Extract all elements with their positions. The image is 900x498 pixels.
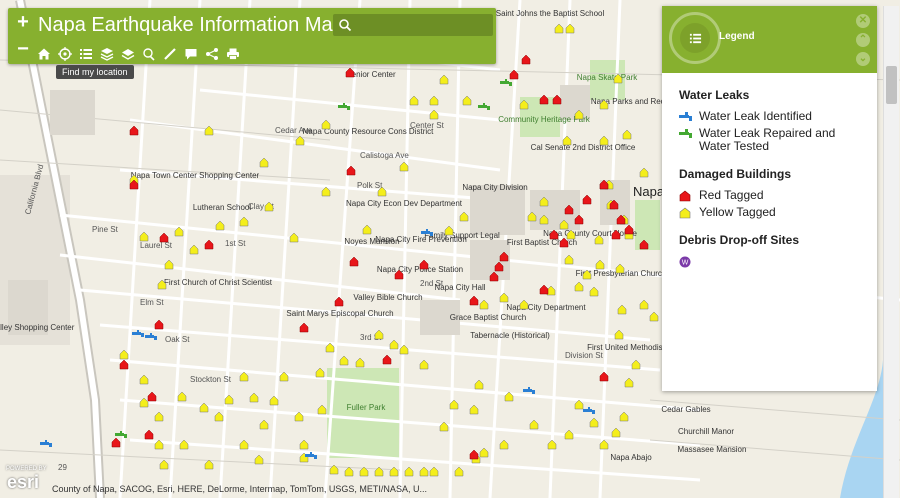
legend-item-label: Yellow Tagged (699, 205, 776, 219)
chevron-down-icon[interactable]: ⌄ (856, 52, 870, 66)
comment-icon[interactable] (183, 46, 199, 62)
place-first-church: First Church of Christ Scientist (164, 278, 273, 287)
place-st-marys: Saint Marys Episcopal Church (286, 309, 393, 318)
locate-icon[interactable] (57, 46, 73, 62)
place-churchill: Churchill Manor (678, 427, 734, 436)
street-label-oak: Oak St (165, 335, 190, 344)
street-label-1st: 1st St (225, 239, 246, 248)
legend-section-title: Damaged Buildings (679, 167, 792, 181)
zoom-in-button[interactable]: + (12, 12, 34, 34)
place-st-johns: Saint Johns the Baptist School (496, 9, 605, 18)
street-label-elm: Elm St (140, 298, 164, 307)
legend-item: W (679, 255, 869, 268)
layers-icon[interactable] (120, 46, 136, 62)
place-napa-big: Napa (633, 184, 665, 199)
legend-item: Red Tagged (679, 189, 869, 202)
place-cedar-gables: Cedar Gables (661, 405, 710, 414)
title-panel: + − Napa Earthquake Information Map (8, 8, 496, 64)
scrollbar[interactable] (883, 6, 899, 498)
legend-item-label: Red Tagged (699, 188, 764, 202)
zoom-out-button[interactable]: − (12, 39, 34, 61)
faucet-green-icon (679, 127, 699, 140)
legend-section-title: Debris Drop-off Sites (679, 233, 800, 247)
place-tabernacle: Tabernacle (Historical) (470, 331, 550, 340)
place-fuller-park: Fuller Park (347, 403, 387, 412)
legend-panel: Legend ✕ ⌃ ⌄ Water Leaks Water Leak Iden… (662, 6, 877, 391)
place-grace-baptist: Grace Baptist Church (450, 313, 526, 322)
legend-section-title: Water Leaks (679, 88, 750, 102)
legend-item: Yellow Tagged (679, 206, 869, 219)
legend-header: Legend ✕ ⌃ ⌄ (662, 6, 877, 73)
esri-logo: esri (7, 472, 40, 492)
legend-item-label: Water Leak Repaired and Water Tested (699, 126, 836, 153)
list-icon[interactable] (78, 46, 94, 62)
close-icon[interactable]: ✕ (856, 14, 870, 28)
street-label-polk: Polk St (357, 181, 383, 190)
place-valley-bible: Valley Bible Church (353, 293, 422, 302)
place-cal-senate: Cal Senate 2nd District Office (531, 143, 636, 152)
legend-item-label: Water Leak Identified (699, 109, 812, 123)
street-label-calistoga: Calistoga Ave (360, 151, 409, 160)
search-input[interactable] (353, 16, 488, 34)
place-town-center: Napa Town Center Shopping Center (131, 171, 260, 180)
legend-item: Water Leak Identified (679, 110, 869, 123)
place-family-support: Family Support Legal (424, 231, 500, 240)
place-city-hall: Napa City Hall (434, 283, 485, 292)
bookmark-icon[interactable] (141, 46, 157, 62)
legend-title: Legend (719, 31, 755, 42)
place-skate: Napa Skate Park (577, 73, 638, 82)
legend-toggle[interactable] (669, 12, 721, 64)
route-29-label: 29 (58, 463, 67, 472)
red-house-icon (679, 189, 699, 202)
street-label-laurel: Laurel St (140, 241, 173, 250)
basemap-icon[interactable] (99, 46, 115, 62)
street-label-division: Division St (565, 351, 604, 360)
place-napa-city-dept: Napa City Department (506, 303, 586, 312)
place-shopping-1: Napa Valley Shopping Center (0, 323, 75, 332)
svg-text:W: W (682, 259, 689, 266)
faucet-blue-icon (679, 110, 699, 123)
chevron-up-icon[interactable]: ⌃ (856, 33, 870, 47)
search-box[interactable] (333, 14, 493, 36)
attribution: County of Napa, SACOG, Esri, HERE, DeLor… (52, 484, 427, 494)
street-label-stockton: Stockton St (190, 375, 232, 384)
place-econ: Napa City Econ Dev Department (346, 199, 463, 208)
yellow-house-icon (679, 206, 699, 219)
tooltip: Find my location (56, 65, 134, 79)
scrollbar-thumb[interactable] (886, 66, 897, 104)
place-massasee: Massasee Mansion (678, 445, 747, 454)
legend-icon (680, 23, 710, 53)
home-icon[interactable] (36, 46, 52, 62)
share-icon[interactable] (204, 46, 220, 62)
print-icon[interactable] (225, 46, 241, 62)
toolbar (36, 46, 241, 62)
legend-body: Water Leaks Water Leak Identified Water … (679, 88, 869, 272)
map-title: Napa Earthquake Information Map (38, 14, 344, 36)
place-lutheran: Lutheran School (193, 203, 251, 212)
place-napa-city-division: Napa City Division (462, 183, 527, 192)
search-icon (339, 19, 352, 32)
place-napa-abajo: Napa Abajo (610, 453, 652, 462)
legend-item: Water Leak Repaired and Water Tested (679, 127, 869, 153)
street-label-pine: Pine St (92, 225, 119, 234)
debris-site-icon: W (679, 255, 699, 268)
measure-icon[interactable] (162, 46, 178, 62)
